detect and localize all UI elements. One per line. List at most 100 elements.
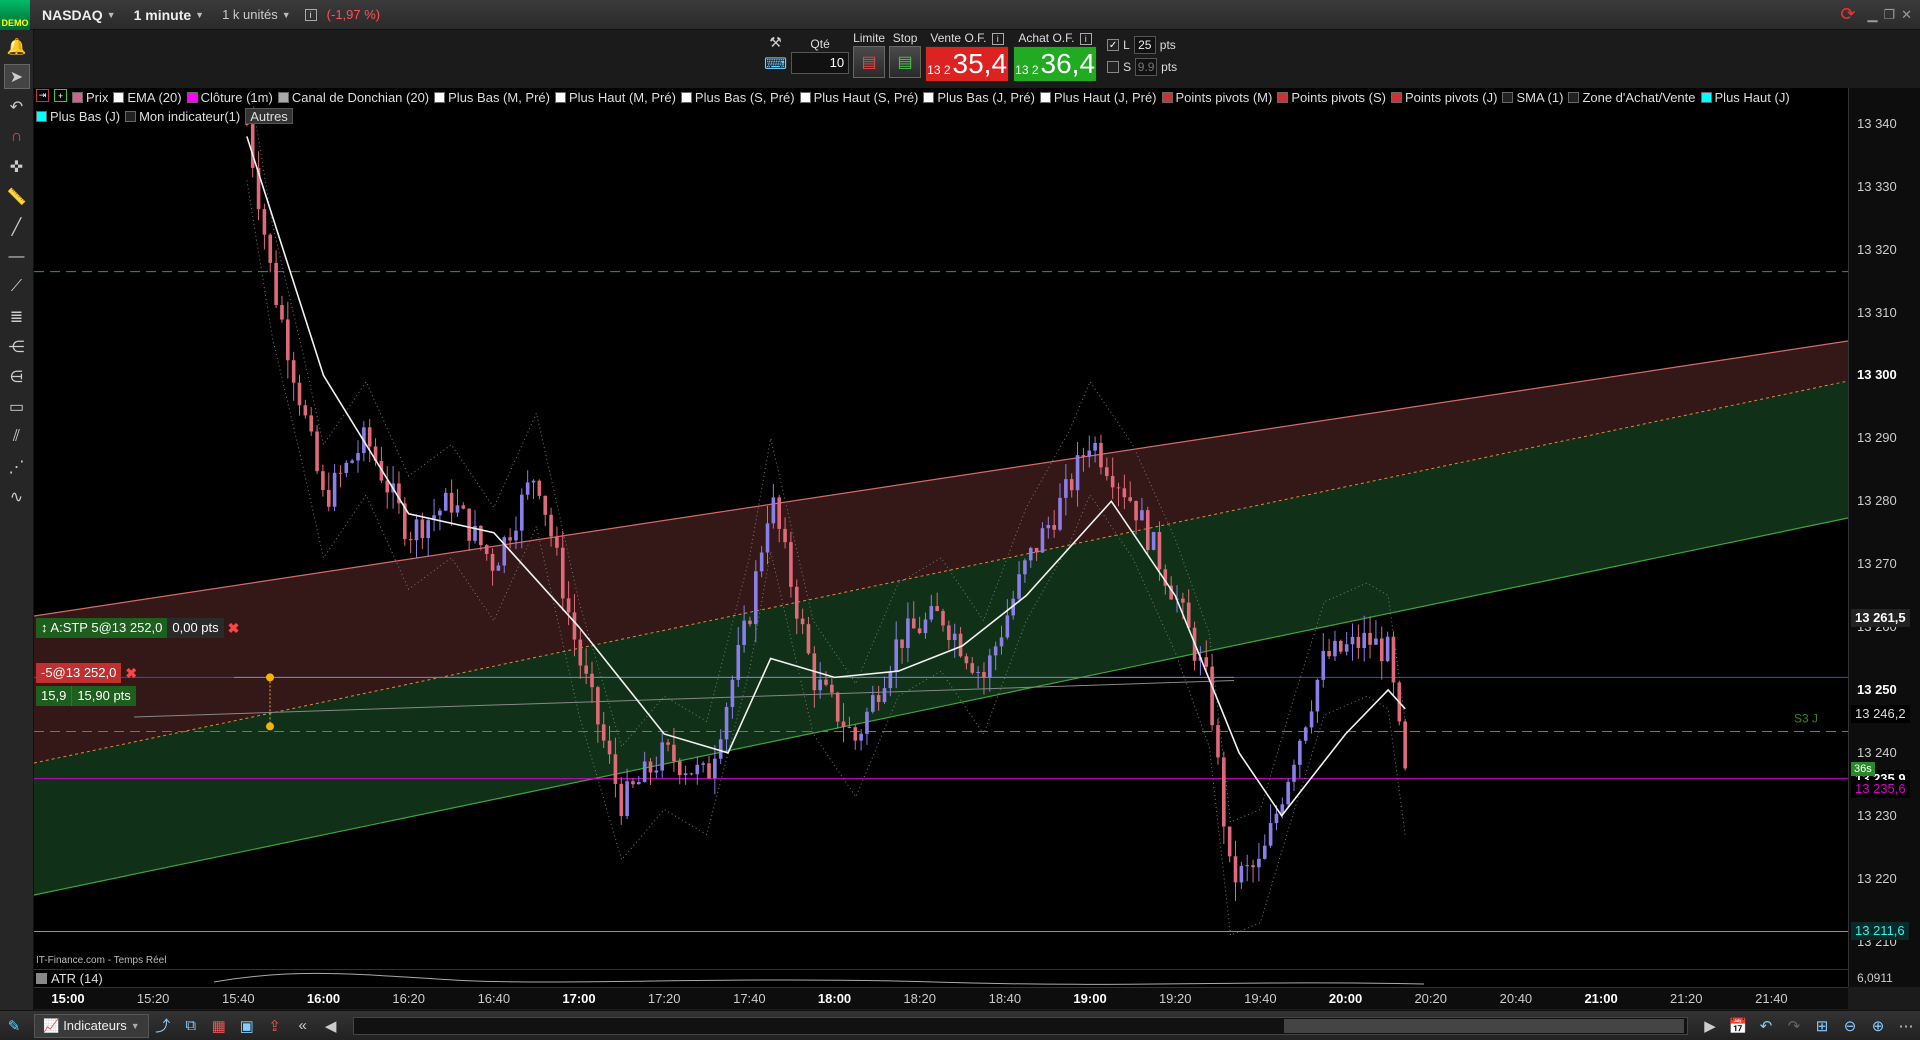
minimize-icon[interactable]: ▁ [1867, 7, 1877, 23]
l-value-input[interactable]: 25 [1133, 36, 1156, 54]
time-axis[interactable]: 15:00 15:20 15:40 16:00 16:20 16:40 17:00 17:20… [34, 987, 1848, 1009]
legend-item[interactable]: Prix [72, 89, 108, 105]
timeframe-selector[interactable]: 1 minute ▼ [128, 4, 211, 26]
legend-item[interactable]: Zone d'Achat/Vente [1568, 89, 1696, 105]
export-icon[interactable]: ⇪ [263, 1014, 287, 1038]
sell-market-button[interactable]: 13 2 35,4 [925, 46, 1010, 82]
legend-item[interactable]: Canal de Donchian (20) [277, 89, 429, 105]
candle-body [882, 688, 887, 703]
info-icon[interactable]: i [304, 8, 317, 21]
close-icon[interactable]: ✕ [1901, 7, 1912, 23]
channel-icon[interactable]: ▭ [4, 394, 30, 419]
trendline-icon[interactable]: ⟋ [4, 274, 30, 299]
legend-label: Plus Haut (J, Pré) [1053, 89, 1157, 105]
legend-item[interactable]: Plus Bas (M, Pré) [434, 89, 550, 105]
legend-swatch [113, 91, 125, 103]
price-axis[interactable]: 13 340 13 330 13 320 13 310 13 300 13 290 13 2… [1848, 88, 1920, 973]
collapse-legend-icon[interactable]: ⇥ [36, 89, 49, 102]
screenshot-icon[interactable]: ▣ [235, 1014, 259, 1038]
fib-time-icon[interactable]: ⋳ [4, 364, 30, 389]
position-tag[interactable]: -5@13 252,0 ✖ [36, 663, 137, 683]
candle-body [619, 783, 624, 817]
cursor-icon[interactable]: ➤ [3, 64, 30, 89]
ruler-icon[interactable]: 📏 [4, 184, 30, 209]
buy-market-button[interactable]: 13 2 36,4 [1013, 46, 1098, 82]
time-scrollbar[interactable] [352, 1016, 1688, 1035]
candle-body [1344, 644, 1349, 652]
drag-handle-icon[interactable]: ↕ [41, 620, 48, 635]
parallel-lines-icon[interactable]: ⫽ [4, 424, 30, 449]
candle-body [830, 684, 834, 693]
restore-icon[interactable]: ❐ [1883, 7, 1895, 23]
fibonacci-icon[interactable]: ≣ [4, 304, 30, 329]
limit-order-button[interactable]: ▤ [853, 46, 886, 78]
chart-canvas[interactable]: S3 J IT-Finance.com - Temps Réel [34, 88, 1848, 973]
legend-item[interactable]: Plus Bas (J) [36, 108, 120, 124]
magnet-icon[interactable]: ∩ [4, 124, 30, 149]
legend-more-button[interactable]: Autres [245, 108, 293, 124]
wrench-icon[interactable]: ⚒ [769, 34, 782, 54]
calendar-icon[interactable]: 📅 [1726, 1014, 1750, 1038]
template-icon[interactable]: ▦ [207, 1014, 231, 1038]
collapse-icon[interactable]: « [291, 1014, 315, 1038]
share-icon[interactable]: ⤴ [151, 1014, 175, 1038]
scroll-right-icon[interactable]: ▶ [1698, 1014, 1722, 1038]
crosshair-icon[interactable]: ✜ [4, 154, 30, 179]
candle-body [1321, 650, 1326, 680]
legend-item[interactable]: Mon indicateur(1) [125, 108, 240, 124]
segment-icon[interactable]: ╱ [4, 214, 30, 239]
legend-item[interactable]: Plus Haut (M, Pré) [555, 89, 676, 105]
instrument-selector[interactable]: NASDAQ ▼ [36, 4, 122, 26]
s-checkbox[interactable] [1107, 61, 1120, 73]
indicator-legend: ⇥ + Prix EMA (20) Clôture (1m) Canal de Don… [36, 89, 1846, 124]
candle-body [1333, 640, 1337, 657]
scrollbar-thumb[interactable] [1283, 1018, 1684, 1033]
add-indicator-icon[interactable]: + [54, 89, 67, 102]
legend-item[interactable]: Plus Bas (J, Pré) [923, 89, 1035, 105]
undo-icon[interactable]: ↶ [1754, 1014, 1778, 1038]
undo-drawing-icon[interactable]: ↶ [4, 94, 30, 119]
pattern-icon[interactable]: ⋰ [4, 454, 30, 479]
alert-bell-icon[interactable]: 🔔 [4, 34, 30, 59]
scroll-left-icon[interactable]: ◀ [319, 1014, 343, 1038]
sync-icon[interactable]: ⟳ [1840, 4, 1855, 25]
legend-item[interactable]: Plus Bas (S, Pré) [680, 89, 795, 105]
legend-item[interactable]: Clôture (1m) [186, 89, 273, 105]
keyboard-icon[interactable]: ⌨ [764, 54, 787, 74]
zoom-fit-icon[interactable]: ⊞ [1810, 1014, 1834, 1038]
units-selector[interactable]: 1 k unités ▼ [216, 4, 297, 26]
price-tick-label: 13 320 [1857, 241, 1897, 257]
legend-item[interactable]: Plus Haut (J) [1700, 89, 1790, 105]
redo-icon[interactable]: ↷ [1782, 1014, 1806, 1038]
legend-item[interactable]: EMA (20) [113, 89, 182, 105]
horizontal-line-icon[interactable]: — [4, 244, 30, 269]
more-options-icon[interactable]: ⋯ [1894, 1014, 1918, 1038]
candle-body [865, 711, 869, 734]
copy-icon[interactable]: ⧉ [179, 1014, 203, 1038]
candle-countdown: 36s [1851, 762, 1875, 777]
drawing-mode-icon[interactable]: ✎ [2, 1014, 26, 1038]
s-value-input[interactable]: 9.9 [1135, 58, 1158, 76]
info-icon[interactable]: i [991, 33, 1004, 45]
legend-item[interactable]: Plus Haut (J, Pré) [1039, 89, 1157, 105]
legend-item[interactable]: Points pivots (S) [1277, 89, 1386, 105]
zoom-out-icon[interactable]: ⊖ [1838, 1014, 1862, 1038]
qty-input[interactable]: 10 [791, 52, 850, 74]
zoom-in-icon[interactable]: ⊕ [1866, 1014, 1890, 1038]
elliott-wave-icon[interactable]: ∿ [4, 484, 30, 509]
fib-fan-icon[interactable]: ⋲ [4, 334, 30, 359]
candle-body [1403, 721, 1407, 769]
legend-item[interactable]: SMA (1) [1502, 89, 1563, 105]
indicators-button[interactable]: 📈 Indicateurs ▼ [34, 1013, 149, 1038]
info-icon[interactable]: i [1079, 33, 1092, 45]
stop-order-tag[interactable]: ↕ A:STP 5@13 252,0 0,00 pts ✖ [36, 618, 239, 638]
close-position-icon[interactable]: ✖ [125, 665, 137, 682]
legend-item[interactable]: Plus Haut (S, Pré) [799, 89, 918, 105]
cancel-stop-order-icon[interactable]: ✖ [228, 620, 240, 637]
legend-item[interactable]: Points pivots (J) [1390, 89, 1497, 105]
legend-item[interactable]: Points pivots (M) [1161, 89, 1272, 105]
l-checkbox[interactable]: ✓ [1107, 39, 1120, 51]
stop-order-button[interactable]: ▤ [889, 46, 922, 78]
price-chart[interactable]: S3 J IT-Finance.com - Temps Réel [34, 88, 1848, 973]
time-tick-label: 19:00 [1073, 991, 1107, 1006]
